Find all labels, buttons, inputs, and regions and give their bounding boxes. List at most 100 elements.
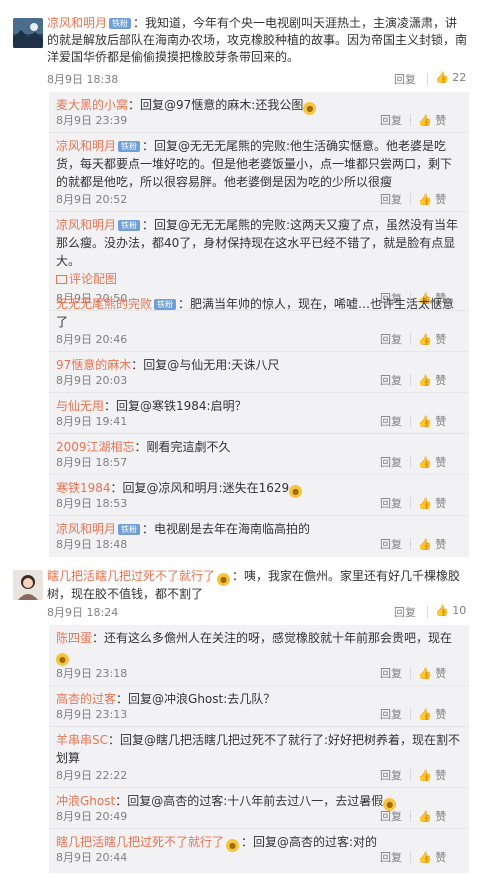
reply-username[interactable]: 与仙无用 [56, 399, 104, 413]
reply-button[interactable]: 回复 [380, 706, 402, 722]
like-label: 赞 [435, 333, 447, 346]
reply-username[interactable]: 2009江湖相忘 [56, 440, 135, 454]
like-button[interactable]: 👍 赞 [418, 767, 446, 783]
reply-username[interactable]: 凉风和明月 [56, 522, 116, 536]
thumb-up-icon: 👍 [418, 667, 432, 680]
post-meta: 8月9日 18:24 回复 👍 10 [47, 604, 467, 620]
reply-time: 8月9日 23:39 [56, 114, 128, 127]
post-body: 凉风和明月 铁粉 ：我知道，今年有个央一电视剧叫天涯热土，主演凌潇肃，讲的就是解放后… [47, 15, 467, 66]
reply-content: 羊串串SC：回复@瞎几把活瞎几把过死不了就行了:好好把树养着，现在割不划算 [56, 731, 461, 767]
divider [410, 769, 411, 781]
reply-button[interactable]: 回复 [394, 604, 416, 620]
reply-username[interactable]: 陈四蛋 [56, 631, 92, 645]
like-button[interactable]: 👍 10 [435, 604, 466, 617]
avatar[interactable] [13, 18, 43, 48]
reply-text: ：回复@凉风和明月:迷失在1629 [110, 481, 290, 495]
reply-text: ：还有这么多儋州人在关注的呀，感觉橡胶就十年前那会贵吧，现在 [92, 631, 453, 645]
like-button[interactable]: 👍 赞 [418, 536, 446, 552]
reply-button[interactable]: 回复 [380, 112, 402, 128]
reply-username[interactable]: 凉风和明月 [56, 139, 116, 153]
reply-meta: 8月9日 18:57 回复 👍 赞 [56, 454, 461, 470]
reply-button[interactable]: 回复 [380, 767, 402, 783]
reply-button[interactable]: 回复 [380, 372, 402, 388]
divider [410, 456, 411, 468]
thumb-up-icon: 👍 [418, 708, 432, 721]
reply-content: 陈四蛋：还有这么多儋州人在关注的呀，感觉橡胶就十年前那会贵吧，现在● [56, 629, 461, 666]
reply-button[interactable]: 回复 [380, 454, 402, 470]
reply-username[interactable]: 羊串串SC [56, 733, 108, 747]
post-username[interactable]: 瞎几把活瞎几把过死不了就行了 [47, 569, 215, 583]
fan-badge: 铁粉 [118, 220, 141, 231]
reply-username[interactable]: 麦大黑的小窝 [56, 98, 128, 112]
like-button[interactable]: 👍 赞 [418, 331, 446, 347]
reply-text: ：回复@97惬意的麻木:还我公图 [128, 98, 304, 112]
reply-list: 陈四蛋：还有这么多儋州人在关注的呀，感觉橡胶就十年前那会贵吧，现在● 8月9日 … [49, 625, 469, 873]
reply-button[interactable]: 回复 [380, 495, 402, 511]
post-time: 8月9日 18:24 [47, 606, 119, 619]
post-time: 8月9日 18:38 [47, 73, 119, 86]
like-button[interactable]: 👍 赞 [418, 665, 446, 681]
like-button[interactable]: 👍 赞 [418, 495, 446, 511]
like-label: 赞 [435, 538, 447, 551]
fan-badge: 铁粉 [109, 18, 132, 29]
reply-username[interactable]: 瞎几把活瞎几把过死不了就行了 [56, 835, 224, 849]
like-button[interactable]: 👍 22 [435, 71, 466, 84]
thumb-up-icon: 👍 [418, 193, 432, 206]
like-button[interactable]: 👍 赞 [418, 413, 446, 429]
reply-button[interactable]: 回复 [380, 536, 402, 552]
divider [49, 828, 469, 829]
reply-button[interactable]: 回复 [380, 413, 402, 429]
reply-meta: 8月9日 20:49 回复 👍 赞 [56, 808, 461, 824]
fan-badge: 铁粉 [154, 299, 177, 310]
like-button[interactable]: 👍 赞 [418, 372, 446, 388]
divider [49, 392, 469, 393]
reply-username[interactable]: 寒铁1984 [56, 481, 111, 495]
reply-button[interactable]: 回复 [380, 191, 402, 207]
thumb-up-icon: 👍 [418, 810, 432, 823]
thumb-up-icon: 👍 [435, 604, 449, 617]
divider [410, 851, 411, 863]
reply-username[interactable]: 高杏的过客 [56, 692, 116, 706]
post-body: 瞎几把活瞎几把过死不了就行了 ● ：咦，我家在儋州。家里还有好几千棵橡胶树，现在胶不… [47, 568, 467, 603]
thumb-up-icon: 👍 [418, 333, 432, 346]
like-button[interactable]: 👍 赞 [418, 454, 446, 470]
like-button[interactable]: 👍 赞 [418, 191, 446, 207]
reply-meta: 8月9日 20:52 回复 👍 赞 [56, 191, 461, 207]
reply-meta: 8月9日 22:22 回复 👍 赞 [56, 767, 461, 783]
like-label: 赞 [435, 193, 447, 206]
like-button[interactable]: 👍 赞 [418, 808, 446, 824]
reply-button[interactable]: 回复 [394, 71, 416, 87]
divider [49, 474, 469, 475]
reply-meta: 8月9日 20:46 回复 👍 赞 [56, 331, 461, 347]
divider [427, 73, 428, 85]
reply-time: 8月9日 20:49 [56, 810, 128, 823]
like-count: 22 [452, 71, 467, 84]
avatar-girl-icon [13, 570, 43, 600]
thumb-up-icon: 👍 [418, 114, 432, 127]
reply-time: 8月9日 18:53 [56, 497, 128, 510]
reply-text: ：回复@与仙无用:天诛八尺 [131, 358, 280, 372]
like-button[interactable]: 👍 赞 [418, 706, 446, 722]
post-username[interactable]: 凉风和明月 [47, 16, 107, 30]
reply-username[interactable]: 97惬意的麻木 [56, 358, 131, 372]
reply-username[interactable]: 无无无尾熊的完败 [56, 297, 152, 311]
comment-image-link[interactable]: 评论配图 [56, 272, 117, 286]
reply-button[interactable]: 回复 [380, 331, 402, 347]
reply-time: 8月9日 23:13 [56, 708, 128, 721]
like-label: 赞 [435, 708, 447, 721]
like-button[interactable]: 👍 赞 [418, 849, 446, 865]
divider [410, 415, 411, 427]
reply-text: ：回复@高杏的过客:对的 [241, 835, 378, 849]
divider [410, 374, 411, 386]
thumb-up-icon: 👍 [418, 374, 432, 387]
reply-button[interactable]: 回复 [380, 849, 402, 865]
reply-username[interactable]: 凉风和明月 [56, 218, 116, 232]
reply-button[interactable]: 回复 [380, 665, 402, 681]
divider [49, 132, 469, 133]
like-button[interactable]: 👍 赞 [418, 112, 446, 128]
reply-button[interactable]: 回复 [380, 808, 402, 824]
divider [410, 708, 411, 720]
reply-username[interactable]: 冲浪Ghost [56, 794, 115, 808]
like-label: 赞 [435, 667, 447, 680]
avatar[interactable] [13, 570, 43, 600]
